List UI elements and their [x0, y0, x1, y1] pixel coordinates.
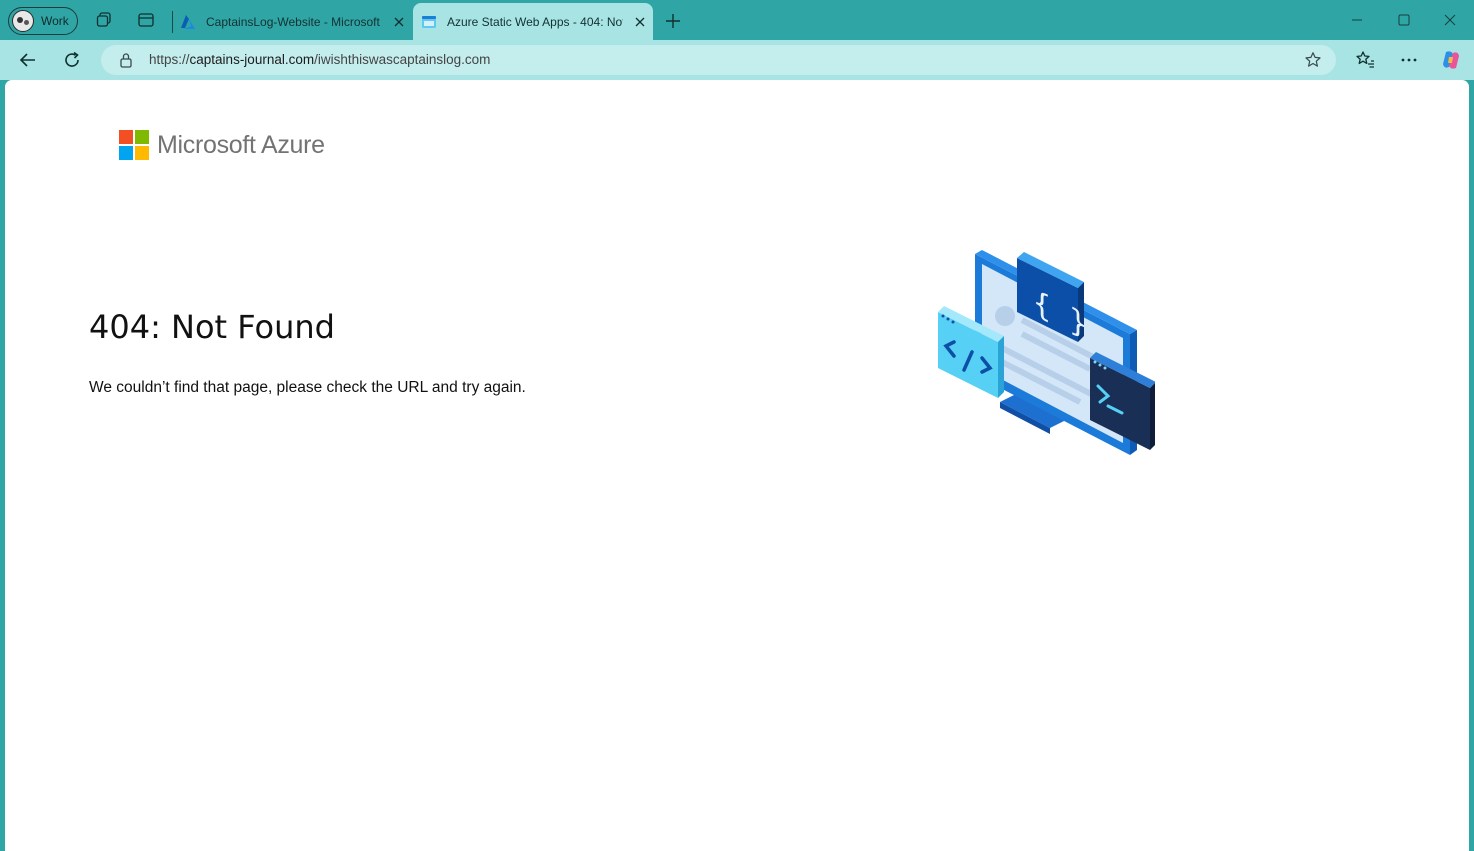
close-tab-icon[interactable] — [392, 15, 406, 29]
azure-a-icon — [181, 15, 195, 29]
tab-title: Azure Static Web Apps - 404: Not — [447, 14, 623, 29]
tab-strip: Work CaptainsLog-Website - Microsoft Azu… — [0, 0, 1474, 40]
url-scheme: https:// — [149, 52, 190, 67]
error-message: We couldn’t find that page, please check… — [89, 379, 526, 396]
close-tab-icon[interactable] — [633, 15, 647, 29]
page-content: Microsoft Azure 404: Not Found We couldn… — [5, 80, 1469, 851]
new-tab-icon[interactable] — [664, 12, 682, 30]
microsoft-logo-icon — [119, 130, 149, 160]
url-path: /iwishthiswascaptainslog.com — [314, 52, 491, 67]
profile-avatar — [12, 10, 34, 32]
close-window-icon[interactable] — [1440, 10, 1460, 30]
maximize-icon[interactable] — [1394, 10, 1414, 30]
page-title: 404: Not Found — [89, 308, 335, 346]
back-arrow-icon[interactable] — [17, 49, 39, 71]
logo-text: Microsoft Azure — [157, 130, 325, 159]
copilot-icon[interactable] — [1440, 49, 1462, 71]
address-bar[interactable]: https://captains-journal.com/iwishthiswa… — [101, 45, 1336, 75]
tab-actions-icon[interactable] — [137, 11, 155, 29]
add-favorite-star-icon[interactable] — [1304, 51, 1322, 69]
refresh-icon[interactable] — [61, 49, 83, 71]
tab-title: CaptainsLog-Website - Microsoft — [206, 15, 380, 29]
lock-icon[interactable] — [119, 52, 133, 68]
static-web-app-illustration-icon: { } — [938, 250, 1155, 455]
microsoft-azure-logo: Microsoft Azure — [119, 130, 325, 160]
profile-label: Work — [41, 14, 69, 28]
favorites-icon[interactable] — [1354, 49, 1376, 71]
browser-toolbar: https://captains-journal.com/iwishthiswa… — [0, 40, 1474, 80]
minimize-icon[interactable] — [1347, 10, 1367, 30]
profile-button[interactable]: Work — [8, 7, 78, 35]
tab-captainslog-website[interactable]: CaptainsLog-Website - Microsoft — [172, 5, 410, 39]
url-text[interactable]: https://captains-journal.com/iwishthiswa… — [149, 52, 490, 67]
workspaces-icon[interactable] — [95, 11, 113, 29]
url-host: captains-journal.com — [189, 52, 315, 67]
tab-azure-static-web-apps[interactable]: Azure Static Web Apps - 404: Not — [413, 3, 653, 40]
tab-separator — [172, 11, 173, 33]
static-web-apps-icon — [422, 15, 436, 28]
more-options-icon[interactable] — [1398, 49, 1420, 71]
